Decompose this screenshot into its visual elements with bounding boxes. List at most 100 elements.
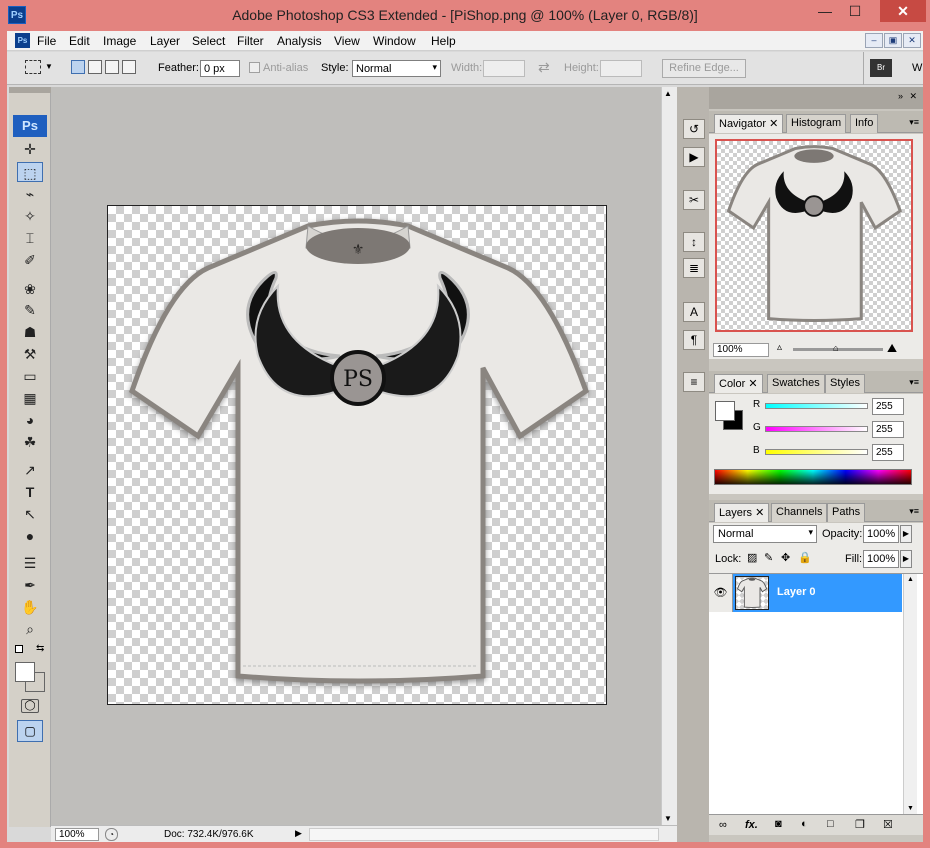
tab-styles[interactable]: Styles [825,374,865,393]
color-foreground-swatch[interactable] [715,401,735,421]
fill-arrow-icon[interactable]: ▶ [900,550,912,568]
tab-navigator[interactable]: Navigator ✕ [714,114,784,133]
actions-panel-icon[interactable]: ▶ [683,147,705,167]
foreground-color-swatch[interactable] [15,662,35,682]
toolbox-grip[interactable] [9,87,51,93]
menu-window[interactable]: Window [373,34,416,48]
tab-paths[interactable]: Paths [827,503,866,522]
anti-alias-checkbox[interactable] [249,62,260,73]
quick-mask-icon[interactable]: ◯ [21,699,39,713]
layer-name[interactable]: Layer 0 [777,586,816,598]
color-ramp[interactable] [714,469,912,485]
history-brush-icon[interactable]: ⚒ [17,344,43,364]
scroll-up-icon[interactable]: ▲ [664,89,672,98]
doc-minimize-button[interactable]: – [865,33,883,48]
lock-transparency-icon[interactable]: ▨ [747,551,757,564]
layer-row[interactable]: 👁 Layer 0 [709,574,902,612]
status-info-icon[interactable]: ◔ [105,828,118,841]
doc-close-button[interactable]: ✕ [903,33,921,48]
eyedropper-tool-icon[interactable]: ✒ [17,575,43,595]
blend-mode-select[interactable]: Normal ▾ [713,525,817,543]
layers-scroll-up-icon[interactable]: ▲ [907,576,914,583]
intersect-selection-icon[interactable] [122,60,136,74]
blue-slider[interactable] [765,449,868,455]
link-layers-icon[interactable]: ∞ [719,819,727,831]
layer-style-icon[interactable]: fx. [745,819,758,831]
zoom-in-icon[interactable]: ⛰ [887,341,897,356]
marquee-preset-icon[interactable] [25,60,41,74]
delete-layer-icon[interactable]: ☒ [883,818,893,831]
screen-mode-icon[interactable]: ▢ [17,720,43,742]
feather-input[interactable]: 0 px [200,60,240,77]
layer-comps-icon[interactable]: ≡ [683,372,705,392]
brushes-panel-icon[interactable]: ↕ [683,232,705,252]
gradient-tool-icon[interactable]: ▦ [17,388,43,408]
photoshop-logo[interactable]: Ps [13,115,47,137]
tab-info[interactable]: Info [850,114,879,133]
layers-scrollbar[interactable]: ▲ ▼ [903,574,917,814]
lasso-tool-icon[interactable]: ⌁ [17,184,43,204]
swap-colors-icon[interactable]: ⇆ [36,643,44,654]
new-group-icon[interactable]: □ [827,818,834,830]
lock-pixels-icon[interactable]: ✎ [764,551,773,564]
menu-analysis[interactable]: Analysis [277,34,322,48]
clone-stamp-icon[interactable]: ☗ [17,322,43,342]
healing-brush-icon[interactable]: ❀ [17,279,43,299]
subtract-selection-icon[interactable] [105,60,119,74]
paragraph-panel-icon[interactable]: ¶ [683,330,705,350]
document-canvas[interactable]: ⚜ PS [107,205,607,705]
bridge-icon[interactable]: Br [870,59,892,77]
slice-tool-icon[interactable]: ✐ [17,250,43,270]
lock-all-icon[interactable]: 🔒 [798,551,812,564]
marquee-tool-icon[interactable]: ⬚ [17,162,43,182]
zoom-out-icon[interactable]: ▵ [777,342,782,353]
panel-menu-icon[interactable]: ▾≡ [909,117,919,128]
shape-tool-icon[interactable]: ● [17,526,43,546]
navigator-slider-thumb[interactable]: ⌂ [833,343,838,353]
lock-position-icon[interactable]: ✥ [781,551,790,564]
refine-edge-button[interactable]: Refine Edge... [662,59,746,78]
history-panel-icon[interactable]: ↺ [683,119,705,139]
width-input[interactable] [483,60,525,77]
blur-tool-icon[interactable]: ◕ [17,410,43,430]
tab-layers[interactable]: Layers ✕ [714,503,770,522]
menu-view[interactable]: View [334,34,360,48]
scroll-down-icon[interactable]: ▼ [664,814,672,823]
new-layer-icon[interactable]: ❐ [855,818,865,831]
character-panel-icon[interactable]: A [683,302,705,322]
menu-help[interactable]: Help [431,34,456,48]
brush-tool-icon[interactable]: ✎ [17,300,43,320]
status-menu-arrow-icon[interactable]: ▶ [295,828,307,841]
menu-layer[interactable]: Layer [150,34,180,48]
tab-channels[interactable]: Channels [771,503,828,522]
menu-filter[interactable]: Filter [237,34,264,48]
hand-tool-icon[interactable]: ✋ [17,597,43,617]
zoom-tool-icon[interactable]: ⌕ [17,619,43,639]
color-panel-menu-icon[interactable]: ▾≡ [909,377,919,388]
navigator-zoom-field[interactable]: 100% [713,343,769,357]
move-tool-icon[interactable]: ✛ [17,139,43,159]
magic-wand-tool-icon[interactable]: ✧ [17,206,43,226]
swap-dimensions-icon[interactable]: ⇄ [538,59,550,76]
doc-restore-button[interactable]: ▣ [884,33,902,48]
zoom-field[interactable]: 100% [55,828,99,841]
menu-image[interactable]: Image [103,34,136,48]
close-button[interactable]: ✕ [880,0,926,22]
red-slider[interactable] [765,403,868,409]
navigator-preview[interactable] [715,139,913,332]
opacity-arrow-icon[interactable]: ▶ [900,525,912,543]
tool-presets-icon[interactable]: ✂ [683,190,705,210]
eye-visibility-icon[interactable]: 👁 [709,574,733,612]
adjustment-layer-icon[interactable]: ◐ [801,818,808,830]
height-input[interactable] [600,60,642,77]
tab-color[interactable]: Color ✕ [714,374,763,393]
style-select[interactable]: Normal ▾ [352,60,441,77]
path-selection-icon[interactable]: ↗ [17,460,43,480]
notes-tool-icon[interactable]: ☰ [17,553,43,573]
clone-source-icon[interactable]: ≣ [683,258,705,278]
default-colors-icon[interactable] [15,645,23,653]
dodge-tool-icon[interactable]: ☘ [17,432,43,452]
menu-select[interactable]: Select [192,34,225,48]
add-selection-icon[interactable] [88,60,102,74]
vertical-scrollbar[interactable]: ▲ ▼ [661,87,677,825]
